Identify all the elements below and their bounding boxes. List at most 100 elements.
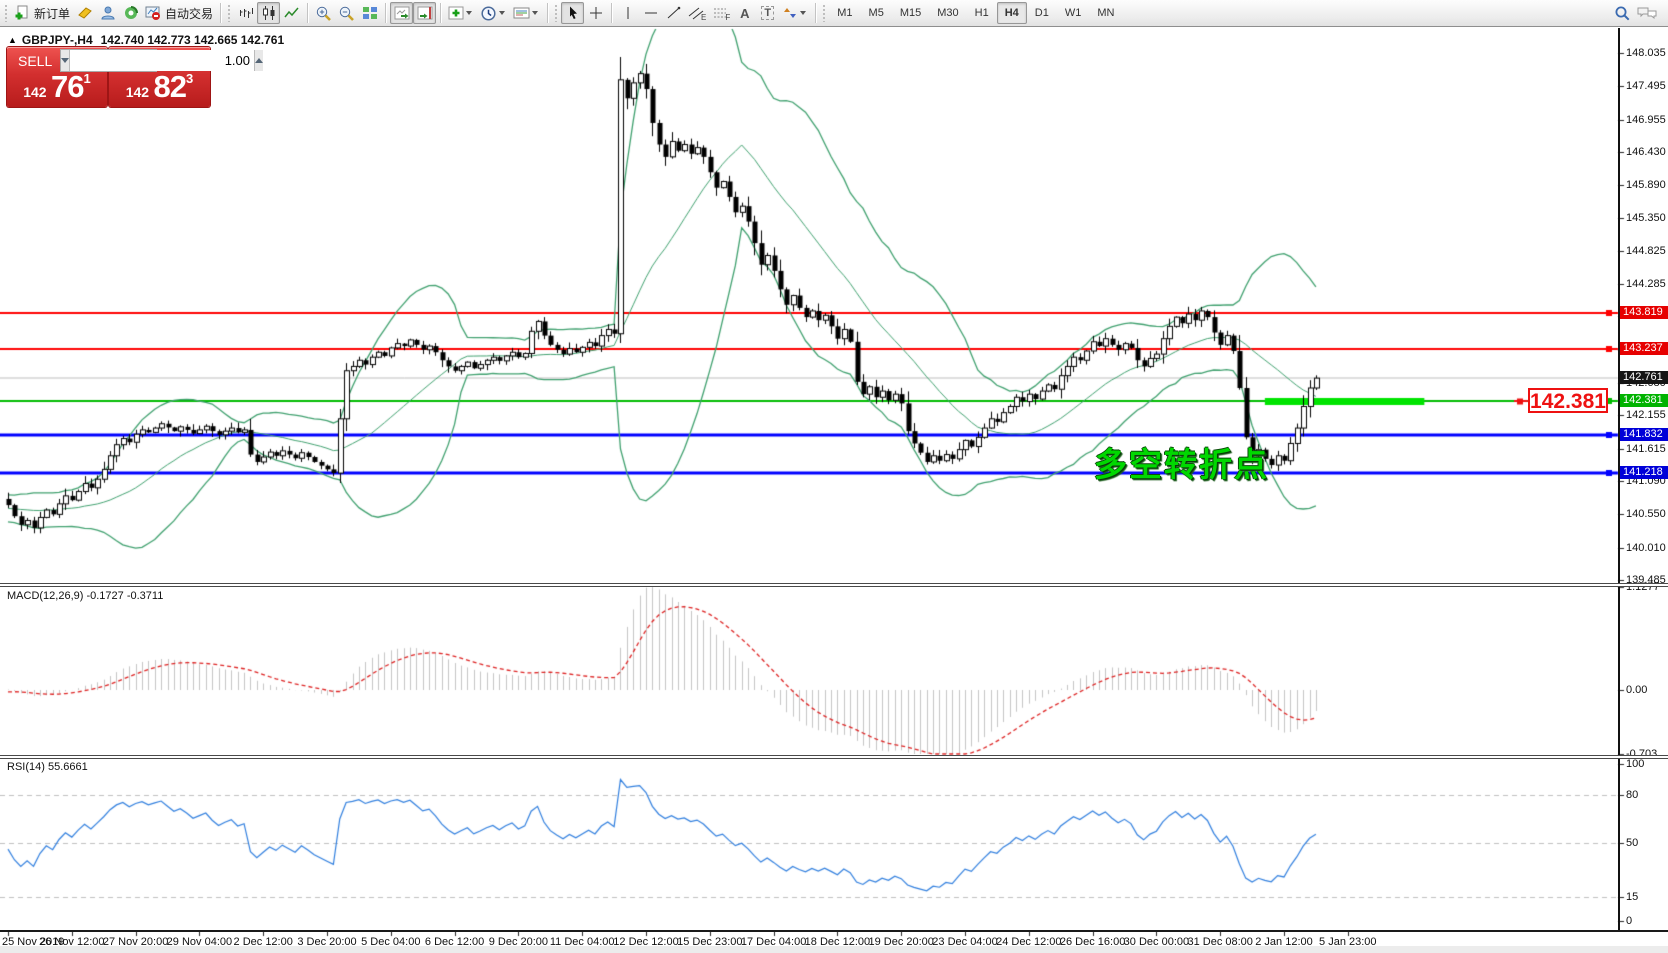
search-button[interactable]	[1611, 2, 1634, 24]
timeframe-button-h4[interactable]: H4	[997, 2, 1027, 24]
fibonacci-button[interactable]: F	[709, 2, 733, 24]
arrows-tool-button[interactable]	[779, 2, 811, 24]
volume-input[interactable]	[70, 50, 254, 71]
timeframe-button-mn[interactable]: MN	[1089, 2, 1122, 24]
volume-stepper	[60, 49, 157, 72]
chevron-up-icon	[255, 58, 263, 63]
time-axis-label: 17 Dec 04:00	[741, 936, 806, 948]
toolbar-right-group	[1611, 2, 1666, 24]
text-tool-button[interactable]: A	[733, 2, 756, 24]
rsi-axis-label: 80	[1626, 789, 1638, 801]
timeframe-group: M1M5M15M30H1H4D1W1MN	[829, 2, 1122, 24]
trendline-button[interactable]	[662, 2, 685, 24]
chat-icon	[1637, 5, 1657, 21]
time-axis-label: 18 Dec 12:00	[805, 936, 870, 948]
rsi-indicator-label: RSI(14) 55.6661	[7, 761, 88, 773]
sell-price-big: 76	[51, 69, 83, 104]
bar-chart-icon	[238, 5, 254, 21]
macd-indicator-label: MACD(12,26,9) -0.1727 -0.3711	[7, 590, 163, 602]
toolbar-separator	[815, 3, 816, 23]
time-axis-label: 12 Dec 12:00	[613, 936, 678, 948]
price-tick-label: 144.285	[1626, 278, 1666, 290]
level-price-label[interactable]: 142.381	[1528, 388, 1608, 413]
zoom-out-button[interactable]	[335, 2, 358, 24]
timeframe-button-m30[interactable]: M30	[929, 2, 966, 24]
time-axis-label: 5 Jan 23:00	[1319, 936, 1377, 948]
volume-increase-button[interactable]	[254, 50, 263, 71]
bar-chart-button[interactable]	[234, 2, 257, 24]
periods-button[interactable]	[477, 2, 510, 24]
channel-tool-letter: E	[701, 13, 706, 22]
dropdown-arrow-icon[interactable]	[532, 11, 538, 15]
tile-windows-button[interactable]	[358, 2, 381, 24]
auto-scroll-button[interactable]	[390, 2, 413, 24]
chevron-down-icon	[61, 58, 69, 63]
community-button[interactable]	[96, 2, 119, 24]
time-axis-label: 9 Dec 20:00	[489, 936, 548, 948]
line-chart-button[interactable]	[280, 2, 303, 24]
timeframe-button-d1[interactable]: D1	[1027, 2, 1057, 24]
price-tick-label: 148.035	[1626, 47, 1666, 59]
zoom-in-button[interactable]	[312, 2, 335, 24]
cursor-button[interactable]	[561, 2, 584, 24]
macd-panel-divider[interactable]	[0, 583, 1668, 587]
crosshair-icon	[588, 5, 604, 21]
one-click-collapse-icon[interactable]: ▲	[8, 35, 17, 45]
main-toolbar: 新订单 自动交易	[0, 0, 1668, 27]
chart-annotation-text[interactable]: 多空转折点	[1094, 438, 1269, 486]
crosshair-button[interactable]	[584, 2, 607, 24]
price-tick-label: 145.890	[1626, 179, 1666, 191]
time-axis-label: 24 Dec 12:00	[996, 936, 1061, 948]
chart-symbol-period: GBPJPY-,H4	[22, 33, 93, 47]
time-axis-label: 11 Dec 04:00	[550, 936, 615, 948]
sell-price: 142 761	[7, 69, 107, 105]
new-order-label: 新订单	[34, 5, 70, 22]
timeframe-button-m5[interactable]: M5	[861, 2, 892, 24]
time-axis-label: 27 Nov 20:00	[103, 936, 168, 948]
horizontal-line-button[interactable]	[639, 2, 662, 24]
vertical-line-button[interactable]	[616, 2, 639, 24]
dropdown-arrow-icon[interactable]	[466, 11, 472, 15]
timeframe-button-w1[interactable]: W1	[1057, 2, 1090, 24]
price-badge-142.381: 142.381	[1620, 394, 1668, 407]
chart-shift-button[interactable]	[413, 2, 436, 24]
text-label-tool-button[interactable]: T	[756, 2, 779, 24]
rsi-panel-divider[interactable]	[0, 755, 1668, 759]
timeframe-button-m15[interactable]: M15	[892, 2, 929, 24]
equidistant-channel-button[interactable]: E	[685, 2, 709, 24]
chat-button[interactable]	[1634, 2, 1660, 24]
auto-trading-button[interactable]: 自动交易	[142, 2, 216, 24]
time-axis-label: 3 Dec 20:00	[297, 936, 356, 948]
price-tick-label: 140.550	[1626, 508, 1666, 520]
price-tick-label: 145.350	[1626, 212, 1666, 224]
templates-button[interactable]	[510, 2, 543, 24]
dropdown-arrow-icon[interactable]	[499, 11, 505, 15]
toolbar-grip	[554, 4, 559, 22]
candlestick-chart-icon	[261, 5, 277, 21]
time-axis-label: 6 Dec 12:00	[425, 936, 484, 948]
dropdown-arrow-icon[interactable]	[800, 11, 806, 15]
chart-canvas[interactable]	[0, 0, 1668, 953]
price-badge-141.218: 141.218	[1620, 466, 1668, 479]
signals-button[interactable]	[119, 2, 142, 24]
macd-axis-label: 0.00	[1626, 684, 1647, 696]
rsi-axis-label: 15	[1626, 891, 1638, 903]
time-axis-label: 29 Nov 04:00	[167, 936, 232, 948]
text-tool-icon: A	[740, 6, 749, 21]
price-tick-label: 146.430	[1626, 146, 1666, 158]
one-click-trading-panel: 142 761 142 823 SELL BUY	[7, 47, 210, 107]
price-axis-border	[1618, 28, 1620, 932]
time-axis-border	[0, 930, 1668, 932]
price-tick-label: 144.825	[1626, 245, 1666, 257]
timeframe-button-m1[interactable]: M1	[829, 2, 860, 24]
timeframe-button-h1[interactable]: H1	[967, 2, 997, 24]
toolbar-separator	[440, 3, 441, 23]
toolbar-separator	[385, 3, 386, 23]
volume-decrease-button[interactable]	[61, 50, 70, 71]
alerts-button[interactable]	[73, 2, 96, 24]
candlestick-chart-button[interactable]	[257, 2, 280, 24]
indicators-button[interactable]	[445, 2, 477, 24]
trendline-icon	[666, 5, 682, 21]
toolbar-separator	[220, 3, 221, 23]
new-order-button[interactable]: 新订单	[11, 2, 73, 24]
